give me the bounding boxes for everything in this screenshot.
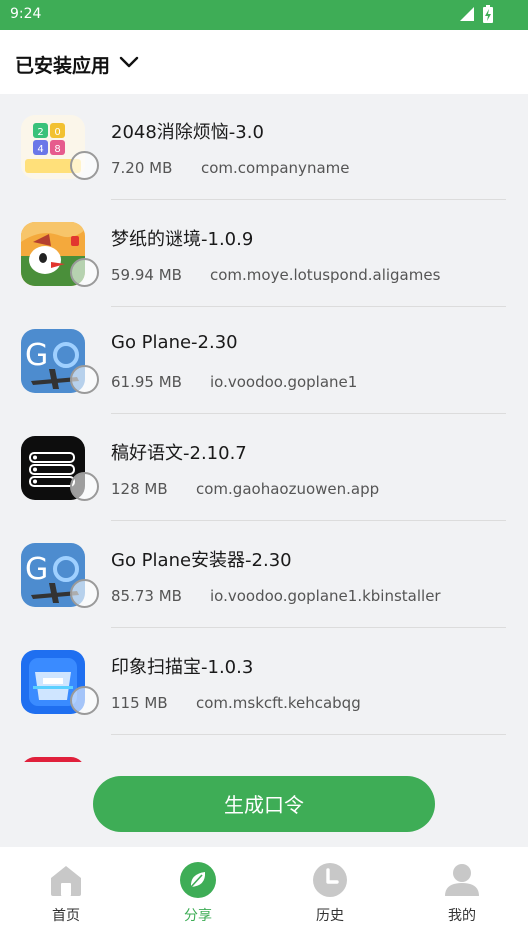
app-name: 2048消除烦恼-3.0 <box>111 122 264 143</box>
user-icon <box>444 862 480 898</box>
app-size: 7.20 MB <box>111 159 173 177</box>
bottom-tab-bar: 首页 分享 历史 我的 <box>0 847 528 939</box>
tab-label: 历史 <box>316 908 344 924</box>
app-package: io.voodoo.goplane1.kbinstaller <box>210 587 441 605</box>
app-name: Go Plane-2.30 <box>111 332 238 353</box>
app-name: 稿好语文-2.10.7 <box>111 443 247 464</box>
select-radio[interactable] <box>70 258 99 287</box>
battery-icon <box>482 5 494 27</box>
select-radio[interactable] <box>70 365 99 394</box>
app-package: io.voodoo.goplane1 <box>210 373 358 391</box>
divider <box>111 734 506 735</box>
divider <box>111 306 506 307</box>
app-name: 梦纸的谜境-1.0.9 <box>111 229 254 250</box>
page-header[interactable]: 已安装应用 <box>0 30 528 94</box>
app-package: com.gaohaozuowen.app <box>196 480 380 498</box>
app-icon <box>21 757 85 762</box>
svg-text:4: 4 <box>37 144 43 155</box>
home-icon <box>48 862 84 898</box>
select-radio[interactable] <box>70 472 99 501</box>
tab-label: 首页 <box>52 908 80 924</box>
divider <box>111 520 506 521</box>
generate-code-button[interactable]: 生成口令 <box>93 776 435 832</box>
svg-text:2: 2 <box>37 127 43 138</box>
app-name: 印象扫描宝-1.0.3 <box>111 657 254 678</box>
list-item[interactable]: 2 0 4 8 2048消除烦恼-3.0 7.20 MB com.company… <box>0 94 528 201</box>
list-item[interactable]: G Go Plane-2.30 61.95 MB io.voodoo.gopla… <box>0 308 528 415</box>
status-bar: 9:24 <box>0 0 528 30</box>
page-title[interactable]: 已安装应用 <box>15 51 110 78</box>
tab-label: 我的 <box>448 908 476 924</box>
svg-text:G: G <box>25 552 48 587</box>
app-package: com.companyname <box>201 159 350 177</box>
app-package: com.mskcft.kehcabqg <box>196 694 361 712</box>
select-radio[interactable] <box>70 151 99 180</box>
app-size: 59.94 MB <box>111 266 182 284</box>
list-item[interactable]: G Go Plane安装器-2.30 85.73 MB io.voodoo.go… <box>0 522 528 629</box>
svg-text:8: 8 <box>54 144 60 155</box>
select-radio[interactable] <box>70 579 99 608</box>
signal-icon <box>459 6 475 26</box>
chevron-down-icon[interactable] <box>118 54 140 74</box>
app-package: com.moye.lotuspond.aligames <box>210 266 441 284</box>
tab-profile[interactable]: 我的 <box>396 847 528 939</box>
list-item[interactable]: 稿好语文-2.10.7 128 MB com.gaohaozuowen.app <box>0 415 528 522</box>
clock-icon <box>312 862 348 898</box>
svg-text:G: G <box>25 338 48 373</box>
tab-home[interactable]: 首页 <box>0 847 132 939</box>
app-size: 61.95 MB <box>111 373 182 391</box>
divider <box>111 413 506 414</box>
list-item[interactable]: 印象扫描宝-1.0.3 115 MB com.mskcft.kehcabqg <box>0 629 528 736</box>
svg-text:0: 0 <box>54 127 60 138</box>
app-size: 85.73 MB <box>111 587 182 605</box>
select-radio[interactable] <box>70 686 99 715</box>
list-item[interactable]: 梦纸的谜境-1.0.9 59.94 MB com.moye.lotuspond.… <box>0 201 528 308</box>
tab-share[interactable]: 分享 <box>132 847 264 939</box>
list-item[interactable] <box>0 736 528 762</box>
status-time: 9:24 <box>10 6 42 22</box>
app-list[interactable]: 2 0 4 8 2048消除烦恼-3.0 7.20 MB com.company… <box>0 94 528 762</box>
app-size: 128 MB <box>111 480 168 498</box>
app-name: Go Plane安装器-2.30 <box>111 550 292 571</box>
app-size: 115 MB <box>111 694 168 712</box>
divider <box>111 627 506 628</box>
tab-history[interactable]: 历史 <box>264 847 396 939</box>
tab-label: 分享 <box>184 908 212 924</box>
share-leaf-icon <box>180 862 216 898</box>
divider <box>111 199 506 200</box>
